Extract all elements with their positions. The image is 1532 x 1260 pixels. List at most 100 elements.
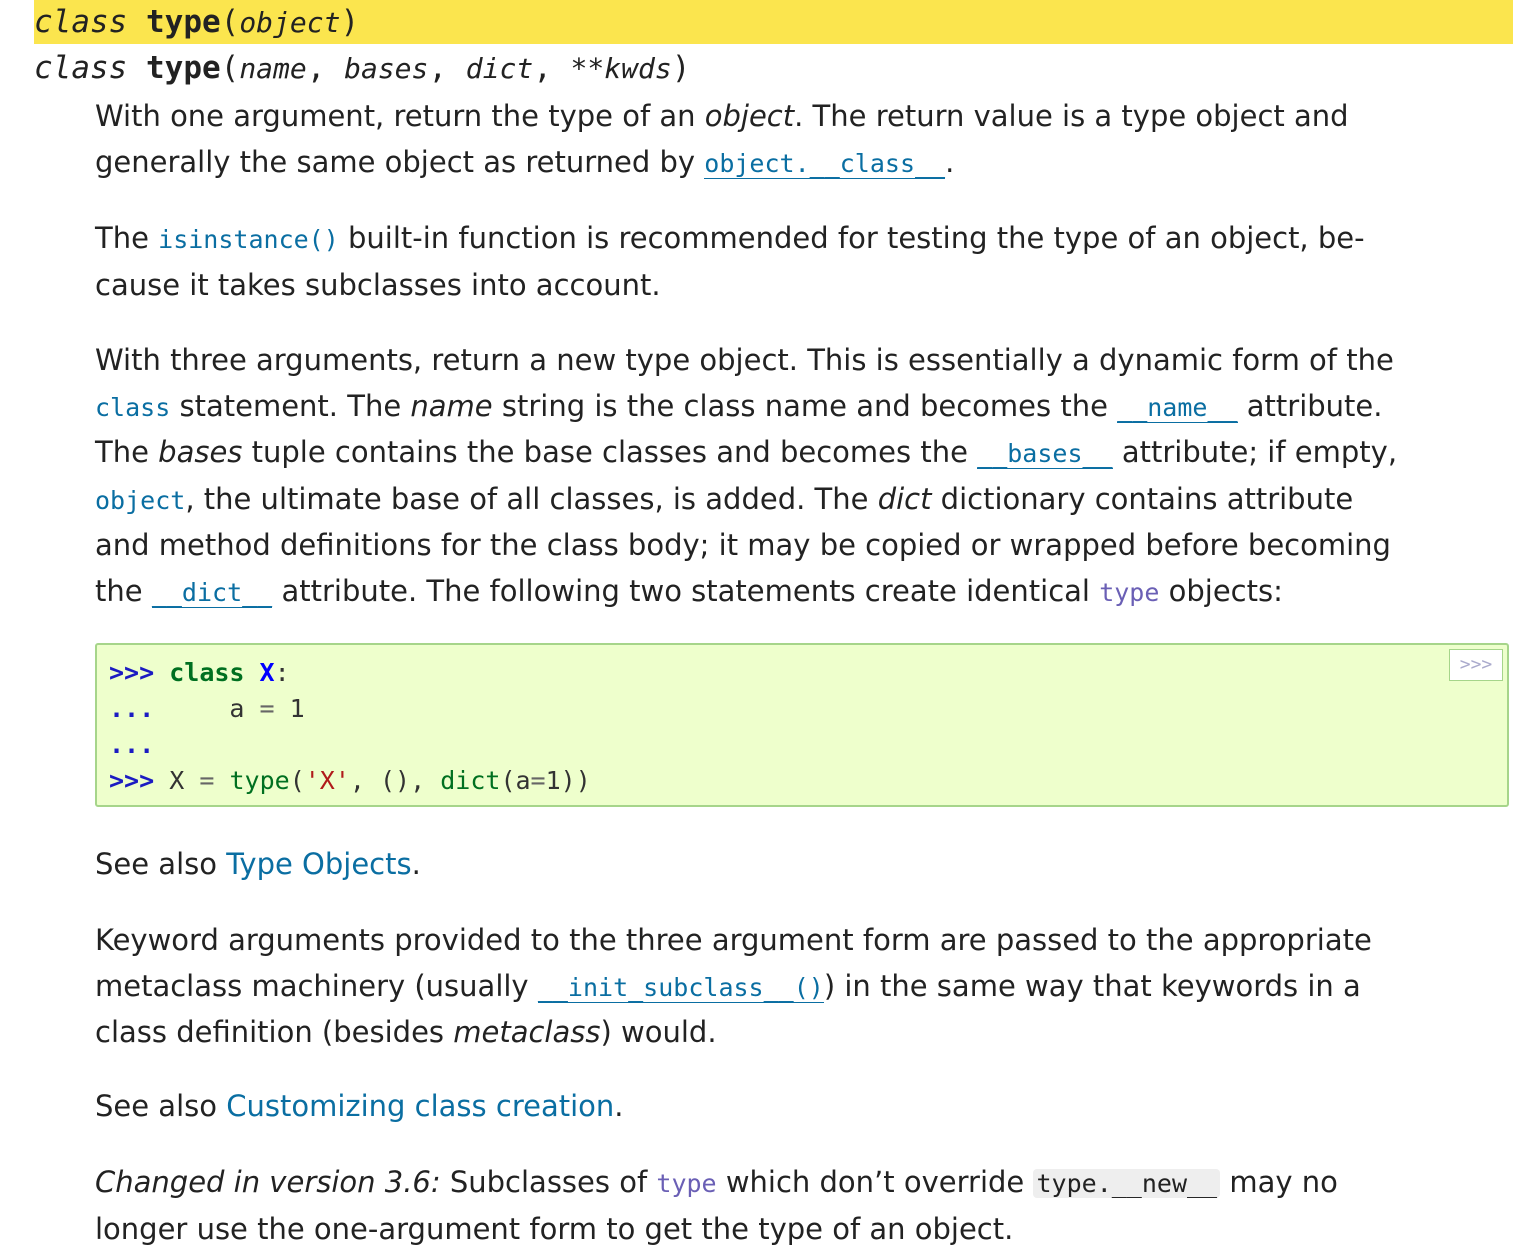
text: , the ultimate base of all classes, is a… [185,481,878,516]
text: The [95,221,159,255]
text: may no [1220,1165,1338,1199]
code-builtin: dict [440,766,501,795]
customizing-class-creation-link[interactable]: Customizing class creation [226,1089,614,1123]
prompt: >>> [109,766,170,795]
close-paren: ) [671,50,691,86]
code-builtin: type [229,766,290,795]
see-also-customizing: See also Customizing class creation. [95,1084,1515,1130]
type-link[interactable]: type [656,1169,716,1198]
version-label: Changed in version 3.6: [95,1165,441,1199]
text: With one argument, return the type of an [95,99,705,133]
text: . [411,847,421,881]
param-bases: bases [344,52,429,85]
code-op: = [259,694,275,723]
text: Subclasses of [440,1165,657,1199]
param-object: object [239,6,341,39]
text: built-in function is recommended for tes… [338,221,1365,255]
init-subclass-link[interactable]: __init_subclass__() [537,972,824,1003]
text: Keyword arguments provided to the three … [95,923,1372,957]
text: ) in the same way that keywords in a [823,968,1361,1003]
emphasis-metaclass: metaclass [453,1015,601,1049]
text: With three arguments, return a new type … [95,343,1394,377]
text: class definition (besides [95,1015,454,1049]
text: . [614,1089,624,1123]
text: attribute; if empty, [1112,435,1398,469]
text: statement. The [170,388,411,423]
type-link[interactable]: type [1099,578,1159,607]
signature-three-arg: class type(name, bases, dict, **kwds) [34,46,1513,90]
name-attribute-link[interactable]: __name__ [1117,392,1238,423]
param-name: name [239,52,307,85]
type-objects-link[interactable]: Type Objects [226,847,411,881]
type-name: type [146,50,221,86]
text: metaclass machinery (usually [95,968,538,1003]
dict-attribute-link[interactable]: __dict__ [151,577,273,608]
code-var: a [229,694,245,723]
description-paragraph-2: The isinstance() built-in function is re… [95,216,1515,308]
close-paren: ) [340,4,360,40]
emphasis-bases: bases [158,435,243,469]
prompt: ... [109,694,155,723]
code-example-block: >>> >>> class X: ... a = 1 ... >>> X = t… [95,643,1509,807]
text: dictionary contains attribute [931,481,1354,516]
code-op: = [199,766,215,795]
code-keyword: class [169,658,245,687]
prompt: >>> [109,658,170,687]
object-link[interactable]: object [95,486,185,515]
code-punct: ( [289,766,305,795]
code-var: X [169,766,185,795]
emphasis-name: name [410,388,493,423]
isinstance-link[interactable]: isinstance() [158,225,339,254]
code-class-name: X [259,658,275,687]
code-string: 'X' [304,766,350,795]
comma: , [428,50,448,86]
comma: , [306,50,326,86]
text: cause it takes subclasses into account. [95,267,661,302]
text: string is the class name and becomes the [492,388,1118,423]
code-op: = [530,766,546,795]
class-statement-link[interactable]: class [95,393,170,422]
signature-highlighted: class type(object) [34,0,1513,44]
text: objects: [1159,573,1283,608]
emphasis-object: object [704,99,795,133]
version-changed-note: Changed in version 3.6: Subclasses of ty… [95,1160,1515,1252]
class-keyword: class [34,4,128,40]
see-also-type-objects: See also Type Objects. [95,842,1515,888]
code-number: 1 [289,694,305,723]
text: The [95,435,159,469]
param-kwds: **kwds [570,52,672,85]
text: . The return value is a type object and [794,99,1349,133]
text: ) would. [600,1015,717,1049]
open-paren: ( [220,4,240,40]
text: See also [95,1089,227,1123]
comma: , [533,50,552,86]
text: attribute. [1237,388,1383,423]
open-paren: ( [220,50,240,86]
bases-attribute-link[interactable]: __bases__ [977,439,1113,469]
code-number: 1 [545,766,561,795]
text: . [945,144,955,179]
description-paragraph-4: Keyword arguments provided to the three … [95,918,1515,1056]
text: See also [95,847,227,881]
type-name: type [146,4,221,40]
code-punct: (a [500,766,531,795]
type-new-literal: type.__new__ [1033,1169,1221,1198]
description-paragraph-1: With one argument, return the type of an… [95,94,1515,186]
object-class-link[interactable]: object.__class__ [704,148,946,179]
toggle-prompt-button[interactable]: >>> [1449,649,1503,681]
param-dict: dict [465,52,534,85]
code-listing: >>> class X: ... a = 1 ... >>> X = type(… [109,655,591,799]
code-punct: : [274,658,290,687]
text: which don’t override [716,1165,1034,1199]
text: tuple contains the base classes and beco… [242,435,978,469]
text: the [95,573,152,608]
class-keyword: class [34,50,128,86]
text: generally the same object as returned by [95,144,705,179]
text: longer use the one-argument form to get … [95,1211,1014,1246]
text: and method definitions for the class bod… [95,528,1391,562]
text: attribute. The following two statements … [272,573,1100,608]
description-paragraph-3: With three arguments, return a new type … [95,338,1515,615]
prompt: ... [109,730,155,759]
code-punct: , (), [349,766,441,795]
code-punct: )) [560,766,591,795]
